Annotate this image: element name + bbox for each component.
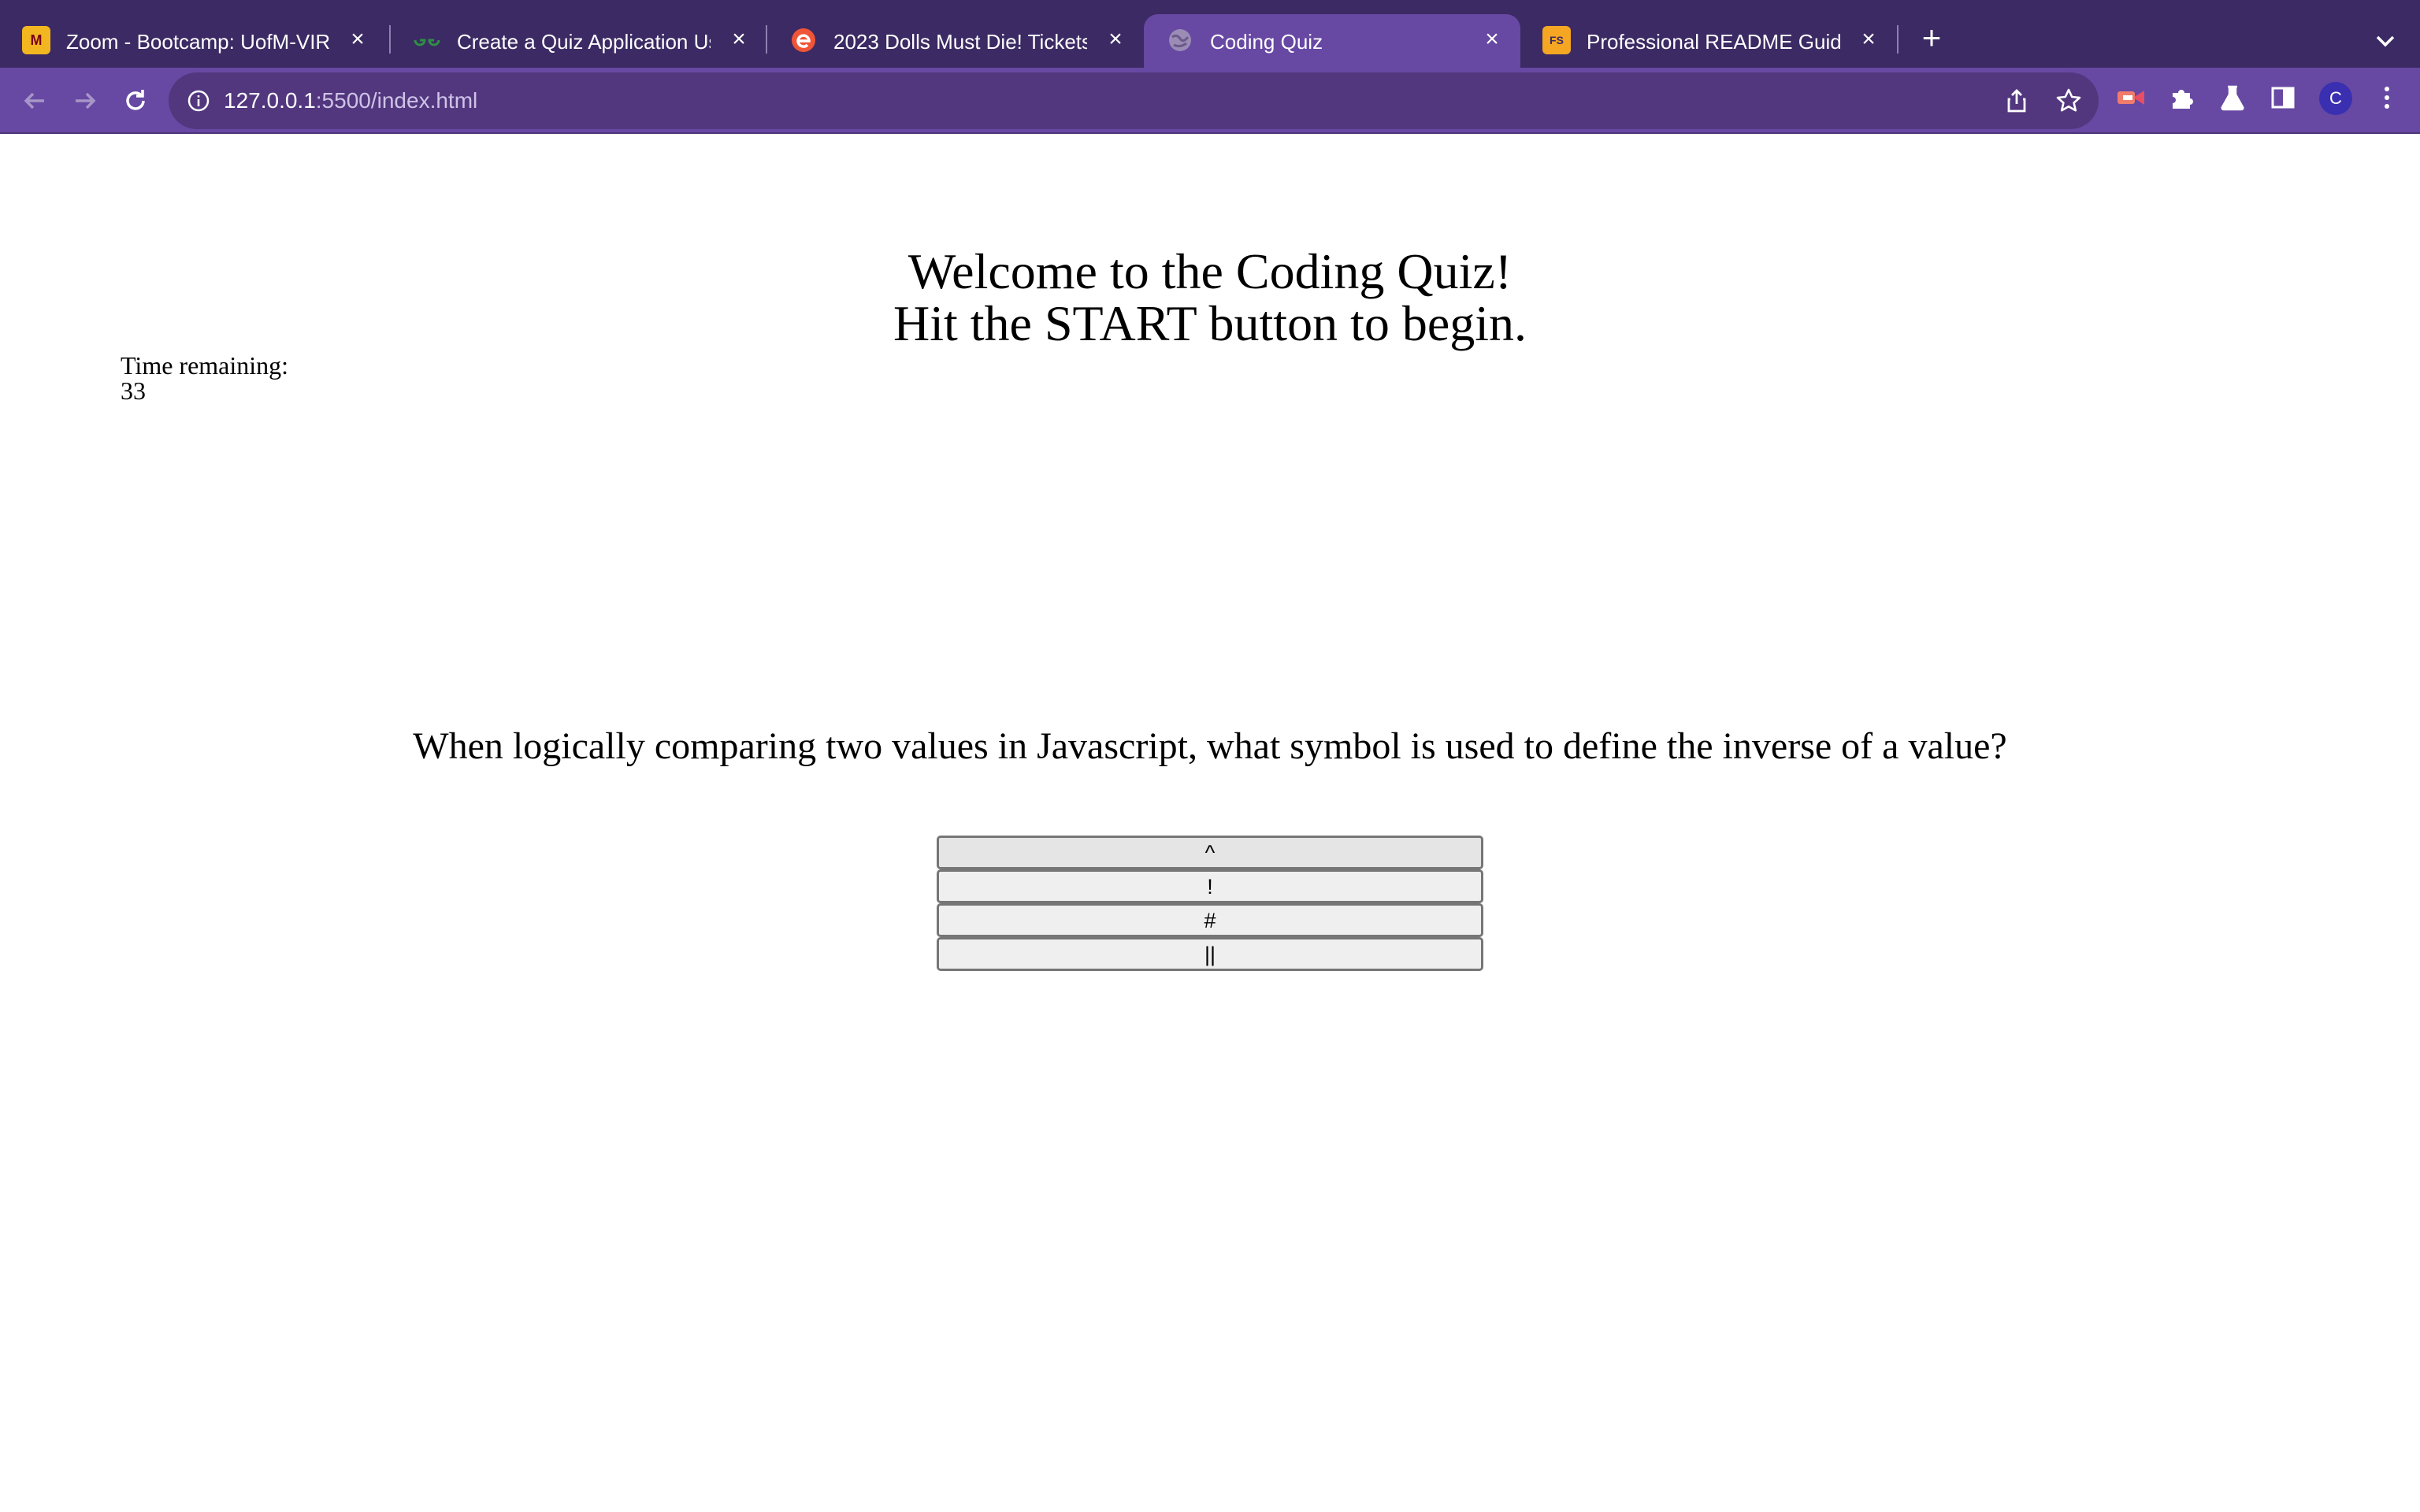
close-tab-icon[interactable]: × [343,25,372,54]
address-bar[interactable]: 127.0.0.1:5500/index.html [169,72,2099,129]
new-tab-button[interactable]: + [1914,21,1949,57]
answer-button-1[interactable]: ^ [937,836,1483,869]
geeksforgeeks-favicon-icon [413,26,441,54]
tab-title: 2023 Dolls Must Die! Tickets, [833,30,1087,54]
fs-favicon-icon: FS [1542,26,1571,54]
tab-title: Create a Quiz Application Usin [457,30,711,54]
tab-title: Coding Quiz [1210,30,1323,54]
labs-flask-icon[interactable] [2215,80,2250,115]
url-text: 127.0.0.1:5500/index.html [224,88,477,113]
answer-button-4[interactable]: || [937,937,1483,971]
tab-readme-guide[interactable]: FS Professional README Guide | × [1520,14,1897,68]
quiz-heading: Welcome to the Coding Quiz! Hit the STAR… [0,246,2420,350]
timer-label: Time remaining: [121,351,289,380]
page-viewport: Welcome to the Coding Quiz! Hit the STAR… [0,134,2420,1512]
extensions-puzzle-icon[interactable] [2165,80,2199,115]
bookmark-star-icon[interactable] [2054,87,2083,115]
timer-value: 33 [121,376,146,405]
tab-zoom[interactable]: M Zoom - Bootcamp: UofM-VIRT × [0,14,386,68]
tab-coding-quiz[interactable]: Coding Quiz × [1144,14,1520,68]
question-text: When logically comparing two values in J… [413,725,2007,767]
tab-strip: M Zoom - Bootcamp: UofM-VIRT × Create a … [0,0,2420,68]
close-tab-icon[interactable]: × [1101,25,1130,54]
heading-welcome: Welcome to the Coding Quiz! [908,243,1512,299]
tab-eventbrite[interactable]: 2023 Dolls Must Die! Tickets, × [767,14,1144,68]
reload-icon[interactable] [117,82,154,120]
answer-button-3[interactable]: # [937,903,1483,937]
timer: Time remaining: 33 [121,353,288,403]
close-tab-icon[interactable]: × [1854,25,1883,54]
close-tab-icon[interactable]: × [1478,25,1506,54]
browser-toolbar: 127.0.0.1:5500/index.html [0,68,2420,134]
tab-search-chevron-down-icon[interactable] [2368,24,2403,58]
forward-arrow-icon[interactable] [66,82,104,120]
tab-title: Professional README Guide | [1587,30,1840,54]
zoom-uofm-favicon-icon: M [22,26,50,54]
eventbrite-favicon-icon [789,26,818,54]
answer-button-2[interactable]: ! [937,869,1483,903]
answer-list: ^ ! # || [937,836,1483,971]
screencastify-extension-icon[interactable] [2114,80,2149,115]
globe-favicon-icon [1166,26,1194,54]
tab-title: Zoom - Bootcamp: UofM-VIRT [66,30,329,54]
url-path: :5500/index.html [315,88,478,113]
site-info-icon[interactable] [186,88,211,113]
back-arrow-icon[interactable] [16,82,54,120]
profile-avatar[interactable]: C [2319,82,2352,115]
url-host: 127.0.0.1 [224,88,316,113]
heading-instructions: Hit the START button to begin. [893,295,1527,351]
tab-geeksforgeeks[interactable]: Create a Quiz Application Usin × [391,14,767,68]
side-panel-icon[interactable] [2266,80,2300,115]
close-tab-icon[interactable]: × [725,25,753,54]
browser-menu-kebab-icon[interactable] [2370,80,2404,115]
share-icon[interactable] [2002,87,2031,115]
tab-separator [1897,25,1899,54]
